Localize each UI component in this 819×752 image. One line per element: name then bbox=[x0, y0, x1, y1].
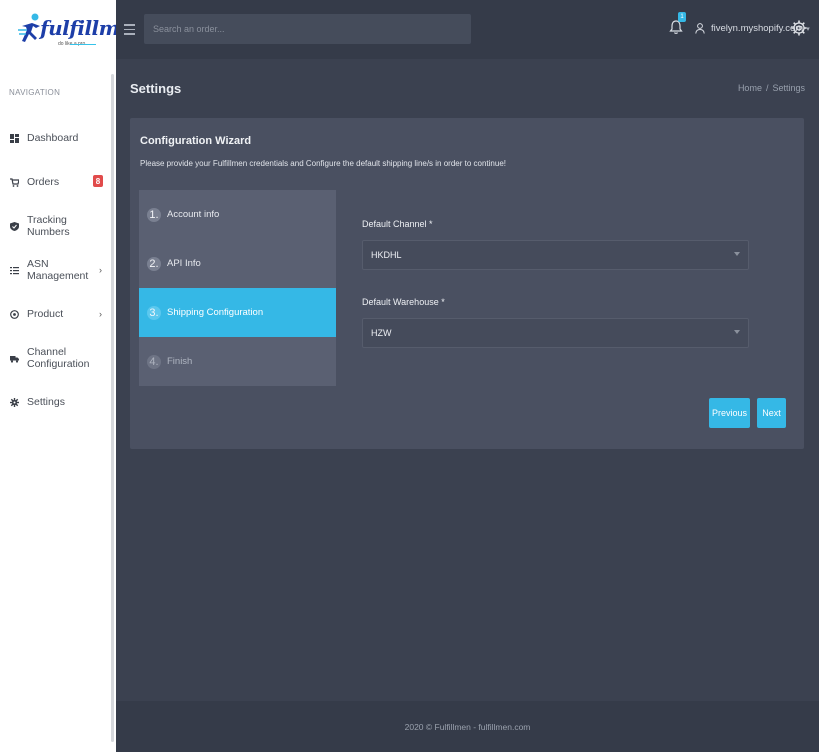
footer: 2020 © Fulfillmen - fulfillmen.com bbox=[116, 701, 819, 752]
wizard-subtitle: Please provide your Fulfillmen credentia… bbox=[140, 159, 506, 168]
page-title: Settings bbox=[130, 81, 182, 96]
user-name: fivelyn.myshopify.com bbox=[711, 23, 804, 34]
step-number: 2. bbox=[147, 256, 161, 271]
topbar: 1 fivelyn.myshopify.com ▾ bbox=[116, 0, 819, 59]
sidebar-item-label: Channel Configuration bbox=[27, 346, 90, 370]
sidebar: fulfillmen do like a pro NAVIGATION Dash… bbox=[0, 0, 146, 752]
sidebar-item-orders[interactable]: Orders 8 bbox=[0, 160, 112, 204]
step-label: API Info bbox=[167, 258, 201, 269]
step-shipping-configuration[interactable]: 3. Shipping Configuration bbox=[139, 288, 336, 337]
brand-logo[interactable]: fulfillmen do like a pro bbox=[0, 0, 146, 59]
step-label: Finish bbox=[167, 356, 193, 367]
search-input[interactable] bbox=[144, 14, 471, 44]
default-warehouse-value: HZW bbox=[371, 328, 392, 338]
default-channel-select[interactable]: HKDHL bbox=[362, 240, 749, 270]
breadcrumb: Home / Settings bbox=[738, 83, 805, 93]
wizard-steps: 1. Account info 2. API Info 3. Shipping … bbox=[139, 190, 336, 386]
gear-icon bbox=[10, 397, 19, 407]
wizard-title: Configuration Wizard bbox=[140, 135, 252, 147]
step-api-info[interactable]: 2. API Info bbox=[139, 239, 336, 288]
previous-button[interactable]: Previous bbox=[709, 398, 750, 428]
nav-heading: NAVIGATION bbox=[9, 88, 61, 97]
user-icon bbox=[695, 23, 705, 34]
sidebar-item-channel-configuration[interactable]: Channel Configuration bbox=[0, 336, 112, 380]
sidebar-item-asn-management[interactable]: ASN Management › bbox=[0, 248, 112, 292]
sidebar-item-dashboard[interactable]: Dashboard bbox=[0, 116, 112, 160]
orders-count-badge: 8 bbox=[93, 175, 103, 187]
sidebar-item-label: Dashboard bbox=[27, 132, 79, 144]
sidebar-item-settings[interactable]: Settings bbox=[0, 380, 112, 424]
chevron-right-icon: › bbox=[99, 265, 102, 275]
notification-badge: 1 bbox=[678, 12, 686, 22]
list-icon bbox=[10, 266, 19, 275]
step-account-info[interactable]: 1. Account info bbox=[139, 190, 336, 239]
cart-icon bbox=[10, 177, 19, 187]
sidebar-scrollbar[interactable] bbox=[111, 74, 114, 742]
next-button[interactable]: Next bbox=[757, 398, 786, 428]
sidebar-item-label: Tracking Numbers bbox=[27, 214, 70, 238]
dropdown-arrow-icon bbox=[734, 330, 740, 334]
step-label: Account info bbox=[167, 209, 220, 220]
gift-icon bbox=[10, 309, 19, 319]
sidebar-item-tracking-numbers[interactable]: Tracking Numbers bbox=[0, 204, 112, 248]
step-finish[interactable]: 4. Finish bbox=[139, 337, 336, 386]
menu-toggle-icon[interactable] bbox=[124, 24, 135, 35]
truck-icon bbox=[10, 354, 19, 363]
step-number: 1. bbox=[147, 207, 161, 222]
chevron-right-icon: › bbox=[99, 309, 102, 319]
step-number: 3. bbox=[147, 305, 161, 320]
tagline-underline bbox=[70, 44, 96, 45]
breadcrumb-separator: / bbox=[765, 83, 769, 93]
step-number: 4. bbox=[147, 354, 161, 369]
sidebar-item-label: Settings bbox=[27, 396, 65, 408]
dropdown-arrow-icon bbox=[734, 252, 740, 256]
default-channel-label: Default Channel * bbox=[362, 219, 433, 229]
settings-gear-icon[interactable] bbox=[791, 20, 807, 36]
breadcrumb-current: Settings bbox=[772, 83, 805, 93]
default-warehouse-select[interactable]: HZW bbox=[362, 318, 749, 348]
sidebar-item-product[interactable]: Product › bbox=[0, 292, 112, 336]
breadcrumb-home[interactable]: Home bbox=[738, 83, 762, 93]
footer-text: 2020 © Fulfillmen - fulfillmen.com bbox=[404, 721, 531, 732]
configuration-wizard-card: Configuration Wizard Please provide your… bbox=[130, 118, 804, 449]
shield-icon bbox=[10, 221, 19, 231]
main-content: Settings Home / Settings Configuration Wiz… bbox=[116, 59, 819, 701]
sidebar-nav: Dashboard Orders 8 Tracking Numbers ASN … bbox=[0, 116, 112, 424]
dashboard-icon bbox=[10, 133, 19, 143]
default-channel-value: HKDHL bbox=[371, 250, 402, 260]
step-label: Shipping Configuration bbox=[167, 307, 264, 318]
sidebar-item-label: Product bbox=[27, 308, 64, 320]
sidebar-item-label: Orders bbox=[27, 176, 60, 188]
default-warehouse-label: Default Warehouse * bbox=[362, 297, 445, 307]
